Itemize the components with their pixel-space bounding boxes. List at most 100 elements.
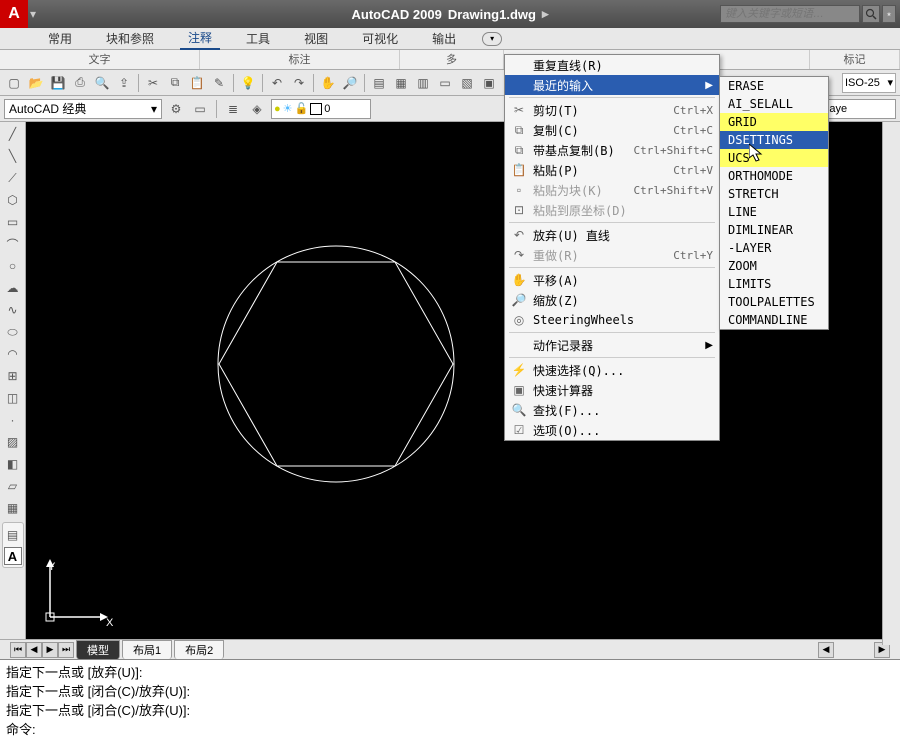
hatch-icon[interactable]: ▨ (3, 432, 23, 452)
tab-first-icon[interactable]: ⏮ (10, 642, 26, 658)
ellipse-icon[interactable]: ⬭ (3, 322, 23, 342)
recent-cmd-item[interactable]: UCS (720, 149, 828, 167)
open-icon[interactable]: 📂 (26, 73, 46, 93)
layer-mgr-icon[interactable]: ≣ (223, 99, 243, 119)
insert-icon[interactable]: ⊞ (3, 366, 23, 386)
publish-icon[interactable]: ⇪ (114, 73, 134, 93)
dim-style-dropdown[interactable]: ISO-25▾ (842, 73, 896, 93)
ctx-item[interactable]: ◎SteeringWheels (505, 310, 719, 330)
h-scroll[interactable]: ◀ ▶ (818, 642, 890, 658)
recent-cmd-item[interactable]: DIMLINEAR (720, 221, 828, 239)
pan-icon[interactable]: ✋ (318, 73, 338, 93)
help-button[interactable]: ⋆ (882, 5, 896, 23)
pline-icon[interactable]: ⟋ (3, 168, 23, 188)
calc-icon[interactable]: ▣ (479, 73, 499, 93)
arc-icon[interactable]: ⌒ (3, 234, 23, 254)
cut-icon[interactable]: ✂ (143, 73, 163, 93)
layer-dropdown[interactable]: ● ☀ 🔓 0 (271, 99, 371, 119)
redo-icon[interactable]: ↷ (289, 73, 309, 93)
revcloud-icon[interactable]: ☁ (3, 278, 23, 298)
xline-icon[interactable]: ╲ (3, 146, 23, 166)
recent-cmd-item[interactable]: ZOOM (720, 257, 828, 275)
ctx-item[interactable]: ✋平移(A) (505, 270, 719, 290)
ctx-item[interactable]: ⚡快速选择(Q)... (505, 360, 719, 380)
zoom-icon[interactable]: 🔎 (340, 73, 360, 93)
panel-text[interactable]: 文字 (0, 50, 200, 69)
recent-cmd-item[interactable]: DSETTINGS (720, 131, 828, 149)
ctx-item[interactable]: ↶放弃(U) 直线 (505, 225, 719, 245)
gradient-icon[interactable]: ◧ (3, 454, 23, 474)
match-icon[interactable]: ✎ (209, 73, 229, 93)
tool-palette-icon[interactable]: ▥ (413, 73, 433, 93)
ribbon-tab-output[interactable]: 输出 (424, 28, 464, 49)
print-icon[interactable]: ⎙ (70, 73, 90, 93)
spline-icon[interactable]: ∿ (3, 300, 23, 320)
recent-cmd-item[interactable]: TOOLPALETTES (720, 293, 828, 311)
panel-dim[interactable]: 标注 (200, 50, 400, 69)
search-button[interactable] (862, 5, 880, 23)
rect-icon[interactable]: ▭ (3, 212, 23, 232)
ctx-item[interactable]: ⧉带基点复制(B)Ctrl+Shift+C (505, 140, 719, 160)
ellipsearc-icon[interactable]: ◠ (3, 344, 23, 364)
ws-settings-icon[interactable]: ⚙ (166, 99, 186, 119)
bulb-icon[interactable]: 💡 (238, 73, 258, 93)
table-icon[interactable]: ▦ (3, 498, 23, 518)
tab-layout2[interactable]: 布局2 (174, 640, 224, 659)
text-icon[interactable]: A (4, 547, 22, 565)
recent-cmd-item[interactable]: ORTHOMODE (720, 167, 828, 185)
preview-icon[interactable]: 🔍 (92, 73, 112, 93)
recent-cmd-item[interactable]: STRETCH (720, 185, 828, 203)
copy-icon[interactable]: ⧉ (165, 73, 185, 93)
ctx-item[interactable]: 动作记录器▶ (505, 335, 719, 355)
recent-cmd-item[interactable]: LIMITS (720, 275, 828, 293)
polygon-icon[interactable]: ⬡ (3, 190, 23, 210)
mtext-icon[interactable]: ▤ (3, 525, 23, 545)
right-scrollbar[interactable] (882, 122, 900, 645)
undo-icon[interactable]: ↶ (267, 73, 287, 93)
ctx-item[interactable]: 📋粘贴(P)Ctrl+V (505, 160, 719, 180)
ctx-item[interactable]: 重复直线(R) (505, 55, 719, 75)
app-logo[interactable]: A (0, 0, 28, 28)
app-menu-arrow[interactable]: ▾ (30, 7, 44, 21)
search-input[interactable] (720, 5, 860, 23)
ribbon-tab-annotate[interactable]: 注释 (180, 27, 220, 50)
properties-icon[interactable]: ▤ (369, 73, 389, 93)
ribbon-expand-button[interactable]: ▾ (482, 32, 502, 46)
ctx-item[interactable]: ☑选项(O)... (505, 420, 719, 440)
ribbon-tab-view[interactable]: 视图 (296, 28, 336, 49)
panel-markup[interactable]: 标记 (810, 50, 900, 69)
recent-cmd-item[interactable]: COMMANDLINE (720, 311, 828, 329)
ribbon-tab-common[interactable]: 常用 (40, 28, 80, 49)
ribbon-tab-blocks[interactable]: 块和参照 (98, 28, 162, 49)
ribbon-tab-tools[interactable]: 工具 (238, 28, 278, 49)
recent-cmd-item[interactable]: -LAYER (720, 239, 828, 257)
ctx-item[interactable]: 🔍查找(F)... (505, 400, 719, 420)
tab-model[interactable]: 模型 (76, 640, 120, 659)
workspace-dropdown[interactable]: AutoCAD 经典 ▾ (4, 99, 162, 119)
point-icon[interactable]: · (3, 410, 23, 430)
ctx-item[interactable]: 🔎缩放(Z) (505, 290, 719, 310)
ctx-item[interactable]: ✂剪切(T)Ctrl+X (505, 100, 719, 120)
ctx-item[interactable]: ▣快速计算器 (505, 380, 719, 400)
title-arrow[interactable]: ▸ (542, 6, 549, 22)
tab-last-icon[interactable]: ⏭ (58, 642, 74, 658)
markup-icon[interactable]: ▧ (457, 73, 477, 93)
panel-leaders[interactable]: 多 (400, 50, 504, 69)
layer-states-icon[interactable]: ◈ (247, 99, 267, 119)
dc-icon[interactable]: ▦ (391, 73, 411, 93)
line-icon[interactable]: ╱ (3, 124, 23, 144)
ribbon-tab-visualize[interactable]: 可视化 (354, 28, 406, 49)
tab-next-icon[interactable]: ▶ (42, 642, 58, 658)
new-icon[interactable]: ▢ (4, 73, 24, 93)
block-icon[interactable]: ◫ (3, 388, 23, 408)
region-icon[interactable]: ▱ (3, 476, 23, 496)
sheet-icon[interactable]: ▭ (435, 73, 455, 93)
ws-save-icon[interactable]: ▭ (190, 99, 210, 119)
tab-layout1[interactable]: 布局1 (122, 640, 172, 659)
scroll-left-icon[interactable]: ◀ (818, 642, 834, 658)
paste-icon[interactable]: 📋 (187, 73, 207, 93)
ctx-item[interactable]: 最近的输入▶ (505, 75, 719, 95)
recent-cmd-item[interactable]: GRID (720, 113, 828, 131)
recent-cmd-item[interactable]: AI_SELALL (720, 95, 828, 113)
command-window[interactable]: 指定下一点或 [放弃(U)]: 指定下一点或 [闭合(C)/放弃(U)]: 指定… (0, 659, 900, 739)
